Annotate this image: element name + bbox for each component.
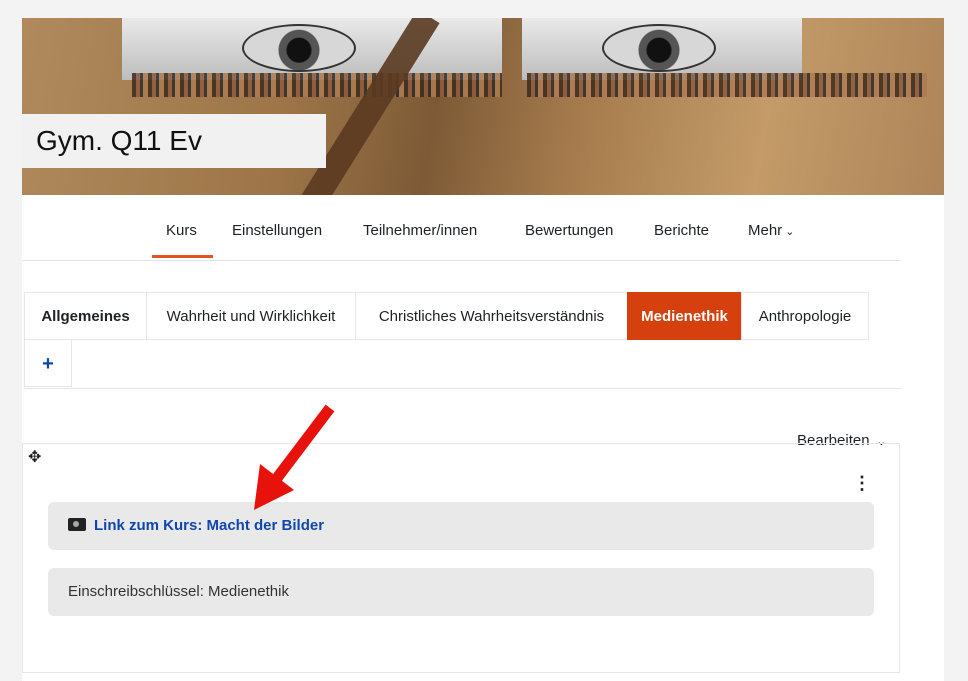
add-section-button[interactable]: + bbox=[24, 339, 72, 387]
tab-wahrheit-und-wirklichkeit[interactable]: Wahrheit und Wirklichkeit bbox=[146, 292, 356, 340]
nav-item-mehr-label: Mehr bbox=[748, 222, 783, 239]
banner-crowd bbox=[527, 73, 927, 97]
banner-crowd bbox=[132, 73, 502, 97]
nav-item-berichte[interactable]: Berichte bbox=[654, 222, 709, 239]
tab-allgemeines[interactable]: Allgemeines bbox=[24, 292, 147, 340]
tab-christliches-wahrheitsverstaendnis[interactable]: Christliches Wahrheitsverständnis bbox=[355, 292, 628, 340]
enrol-key-label: Einschreibschlüssel: Medienethik bbox=[48, 568, 874, 616]
tab-anthropologie[interactable]: Anthropologie bbox=[741, 292, 869, 340]
course-banner-image: Gym. Q11 Ev bbox=[22, 18, 944, 195]
banner-eye bbox=[602, 24, 716, 72]
arrow-shaft bbox=[269, 404, 335, 486]
banner-eye bbox=[242, 24, 356, 72]
nav-item-kurs[interactable]: Kurs bbox=[152, 222, 213, 258]
kebab-menu-icon[interactable]: ⋮ bbox=[853, 473, 871, 494]
course-title: Gym. Q11 Ev bbox=[22, 114, 326, 168]
nav-item-mehr[interactable]: Mehr ⌄ bbox=[748, 222, 794, 239]
move-icon[interactable]: ✥ bbox=[28, 447, 41, 467]
camera-icon bbox=[68, 518, 86, 531]
tab-medienethik[interactable]: Medienethik bbox=[627, 292, 742, 340]
chevron-down-icon: ⌄ bbox=[785, 226, 795, 238]
nav-item-einstellungen[interactable]: Einstellungen bbox=[232, 222, 322, 239]
section-content-card bbox=[22, 443, 900, 673]
secondary-navigation: Kurs Einstellungen Teilnehmer/innen Bewe… bbox=[22, 210, 900, 261]
nav-item-bewertungen[interactable]: Bewertungen bbox=[525, 222, 613, 239]
section-tabs: Allgemeines Wahrheit und Wirklichkeit Ch… bbox=[24, 292, 902, 389]
course-link-activity[interactable]: Link zum Kurs: Macht der Bilder bbox=[48, 502, 874, 550]
nav-item-teilnehmer[interactable]: Teilnehmer/innen bbox=[363, 222, 477, 239]
red-arrow-annotation bbox=[254, 404, 335, 510]
